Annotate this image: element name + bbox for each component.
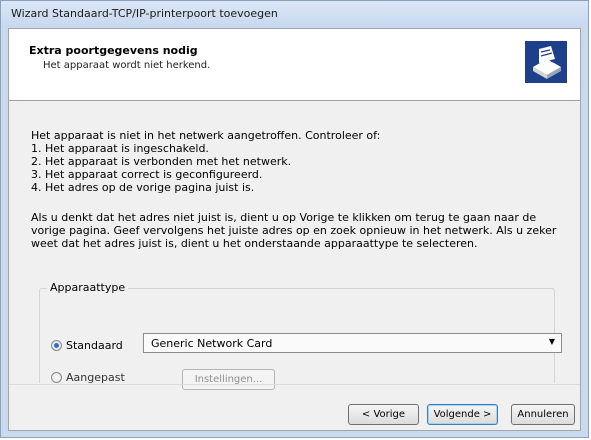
wizard-body: Het apparaat is niet in het netwerk aang…	[9, 101, 580, 390]
device-type-value: Generic Network Card	[151, 337, 273, 350]
checklist: Het apparaat is niet in het netwerk aang…	[31, 129, 380, 194]
wizard-client-area: Extra poortgegevens nodig Het apparaat w…	[8, 28, 581, 431]
checklist-item: 1. Het apparaat is ingeschakeld.	[31, 142, 209, 155]
checklist-lead: Het apparaat is niet in het netwerk aang…	[31, 129, 381, 142]
advice-text: Als u denkt dat het adres niet juist is,…	[31, 211, 557, 250]
custom-radio[interactable]: Aangepast	[51, 371, 125, 384]
device-type-select[interactable]: Generic Network Card ▼	[143, 333, 562, 353]
page-title: Extra poortgegevens nodig	[29, 44, 198, 57]
settings-button[interactable]: Instellingen...	[182, 369, 275, 390]
checklist-item: 4. Het adres op de vorige pagina juist i…	[31, 181, 255, 194]
checklist-item: 2. Het apparaat is verbonden met het net…	[31, 155, 292, 168]
cancel-button[interactable]: Annuleren	[511, 404, 575, 425]
checklist-item: 3. Het apparaat correct is geconfigureer…	[31, 168, 263, 181]
radio-checked-icon	[51, 340, 62, 351]
standard-radio-label: Standaard	[66, 339, 123, 352]
footer-divider	[9, 384, 580, 385]
device-type-legend: Apparaattype	[47, 281, 129, 294]
next-button[interactable]: Volgende >	[427, 404, 498, 425]
wizard-header: Extra poortgegevens nodig Het apparaat w…	[9, 29, 580, 101]
window-title: Wizard Standaard-TCP/IP-printerpoort toe…	[11, 7, 278, 20]
page-subtitle: Het apparaat wordt niet herkend.	[43, 60, 211, 71]
dropdown-arrow-icon[interactable]: ▼	[549, 337, 555, 346]
printer-port-icon	[525, 41, 567, 83]
wizard-window: Wizard Standaard-TCP/IP-printerpoort toe…	[0, 0, 589, 438]
back-button[interactable]: < Vorige	[348, 404, 419, 425]
standard-radio[interactable]: Standaard	[51, 339, 123, 352]
custom-radio-label: Aangepast	[66, 371, 125, 384]
radio-unchecked-icon	[51, 372, 62, 383]
title-bar[interactable]: Wizard Standaard-TCP/IP-printerpoort toe…	[1, 1, 588, 27]
